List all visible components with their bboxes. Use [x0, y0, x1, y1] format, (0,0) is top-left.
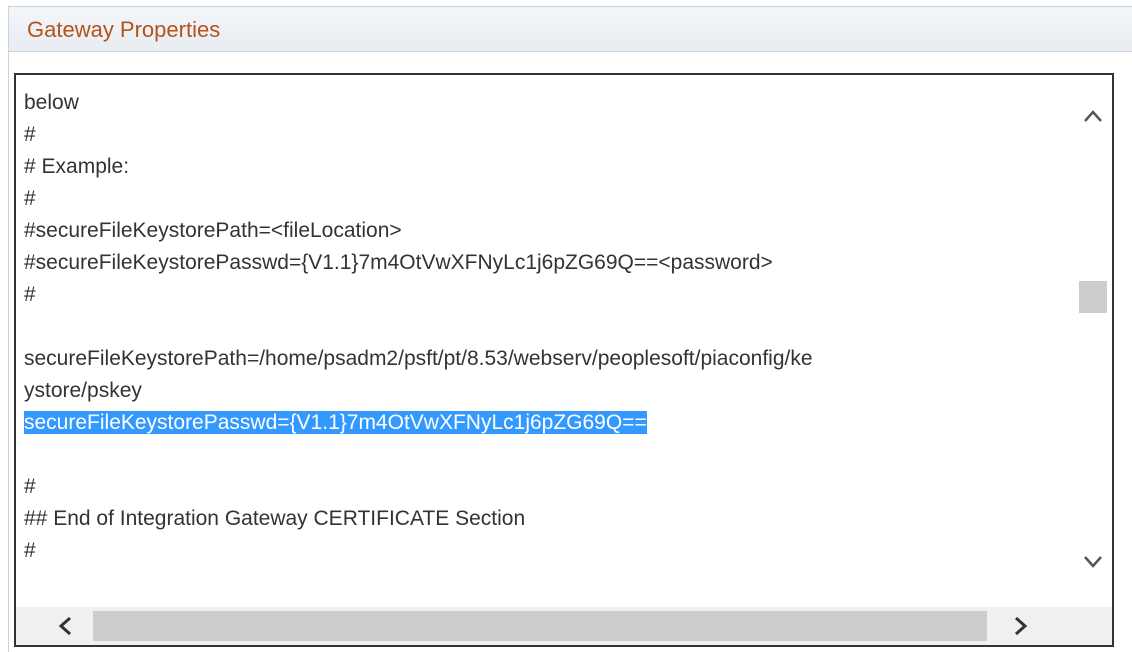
chevron-down-icon[interactable] [1082, 551, 1104, 573]
text-line: # [24, 187, 36, 210]
text-selection: secureFileKeystorePasswd={V1.1}7m4OtVwXF… [24, 411, 647, 434]
vertical-scroll-thumb[interactable] [1079, 281, 1107, 313]
group-left-border [8, 52, 9, 652]
horizontal-scroll-thumb[interactable] [93, 611, 987, 641]
group-title: Gateway Properties [27, 17, 221, 42]
gateway-properties-header: Gateway Properties [8, 6, 1132, 52]
text-line: #secureFileKeystorePath=<fileLocation> [24, 219, 402, 242]
vertical-scrollbar[interactable] [1074, 75, 1112, 609]
horizontal-scrollbar[interactable] [16, 607, 1074, 645]
text-line: #secureFileKeystorePasswd={V1.1}7m4OtVwX… [24, 251, 773, 274]
chevron-up-icon[interactable] [1082, 105, 1104, 127]
scrollbar-corner [1074, 607, 1112, 645]
text-line: ## End of Integration Gateway CERTIFICAT… [24, 507, 526, 530]
textarea-content[interactable]: below # # Example: # #secureFileKeystore… [24, 87, 1074, 567]
text-line: ystore/pskey [24, 379, 142, 402]
text-line: secureFileKeystorePath=/home/psadm2/psft… [24, 347, 813, 370]
text-line: # [24, 283, 36, 306]
text-line: # [24, 123, 36, 146]
text-line: # [24, 539, 36, 562]
chevron-right-icon[interactable] [1010, 615, 1032, 637]
gateway-properties-textarea[interactable]: below # # Example: # #secureFileKeystore… [14, 73, 1114, 647]
text-line: # Example: [24, 155, 130, 178]
chevron-left-icon[interactable] [54, 615, 76, 637]
text-line: # [24, 475, 36, 498]
text-line [24, 439, 1074, 471]
page: Gateway Properties below # # Example: # … [0, 0, 1132, 652]
text-line: below [24, 91, 79, 114]
selected-text-line: secureFileKeystorePasswd={V1.1}7m4OtVwXF… [24, 407, 1074, 439]
text-line [24, 311, 1074, 343]
